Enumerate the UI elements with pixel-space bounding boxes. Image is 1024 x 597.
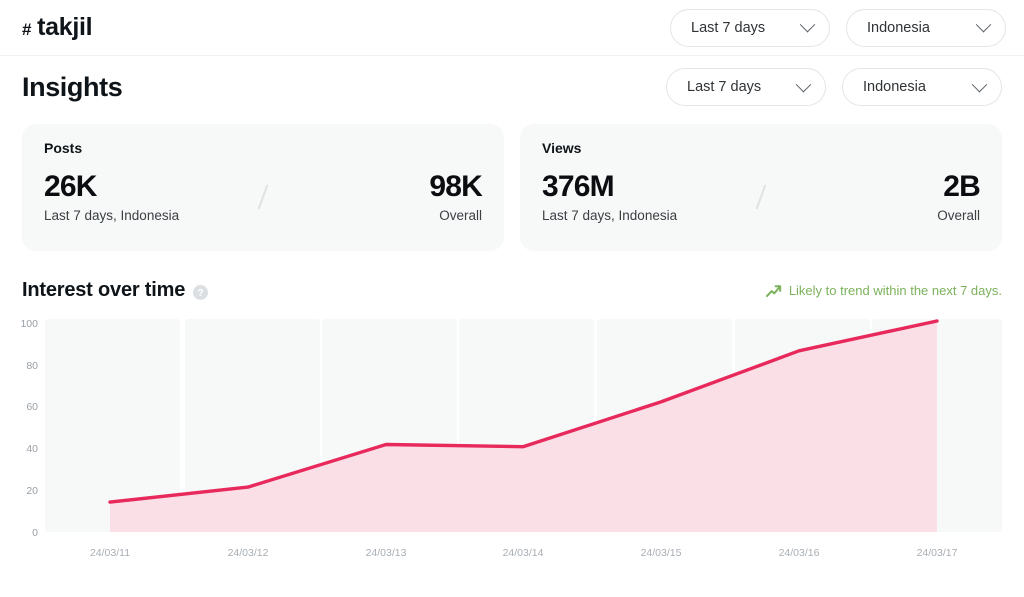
y-tick-label: 80 [26, 360, 38, 372]
y-tick-label: 20 [26, 485, 38, 497]
y-tick-label: 60 [26, 401, 38, 413]
stat-secondary-label: Overall [439, 208, 482, 223]
topbar-filters: Last 7 days Indonesia [670, 8, 1006, 47]
stat-primary: 26K Last 7 days, Indonesia [44, 170, 179, 223]
topbar-region-dropdown[interactable]: Indonesia [846, 8, 1006, 47]
trend-prediction-note: Likely to trend within the next 7 days. [765, 283, 1002, 298]
x-tick-label: 24/03/14 [503, 547, 544, 559]
x-tick-label: 24/03/13 [366, 547, 407, 559]
chevron-down-icon [975, 16, 992, 33]
stat-secondary: 2B Overall [937, 170, 981, 223]
stat-primary-label: Last 7 days, Indonesia [542, 208, 678, 223]
stat-card-title: Posts [44, 140, 83, 156]
x-tick-label: 24/03/17 [917, 547, 958, 559]
trending-up-icon [765, 284, 782, 297]
chart-x-axis: 24/03/11 24/03/12 24/03/13 24/03/14 24/0… [90, 547, 958, 559]
chart-svg: 100 80 60 40 20 0 24/03/11 24/03/12 24/0… [20, 318, 1002, 559]
insights-filters: Last 7 days Indonesia [666, 68, 1002, 106]
topbar-region-label: Indonesia [867, 19, 930, 36]
insights-header: Insights Last 7 days Indonesia [0, 56, 1024, 118]
help-circle-icon[interactable]: ? [193, 285, 209, 300]
chevron-down-icon [799, 16, 816, 33]
chevron-down-icon [795, 76, 812, 92]
stat-card-views: Views 376M Last 7 days, Indonesia 2B Ove… [520, 124, 1002, 251]
stat-primary: 376M Last 7 days, Indonesia [542, 170, 677, 223]
chevron-down-icon [971, 76, 988, 92]
hashtag-name: takjil [37, 13, 93, 41]
stat-secondary-label: Overall [937, 208, 980, 223]
x-tick-label: 24/03/15 [641, 547, 682, 559]
y-tick-label: 0 [32, 527, 38, 539]
stat-cards: Posts 26K Last 7 days, Indonesia 98K Ove… [0, 118, 1024, 251]
insights-period-label: Last 7 days [687, 79, 762, 95]
stat-primary-value: 376M [542, 170, 615, 203]
insights-period-dropdown[interactable]: Last 7 days [666, 68, 826, 106]
stat-primary-value: 26K [44, 170, 97, 203]
insights-title: Insights [22, 71, 123, 102]
insights-region-dropdown[interactable]: Indonesia [842, 68, 1002, 106]
interest-over-time-chart[interactable]: 100 80 60 40 20 0 24/03/11 24/03/12 24/0… [0, 314, 1024, 576]
stat-card-title: Views [542, 140, 582, 156]
stat-primary-label: Last 7 days, Indonesia [44, 208, 180, 223]
stat-secondary-value: 2B [943, 170, 981, 203]
insights-region-label: Indonesia [863, 79, 926, 95]
topbar-period-dropdown[interactable]: Last 7 days [670, 8, 830, 47]
chart-y-axis: 100 80 60 40 20 0 [20, 318, 38, 539]
topbar-period-label: Last 7 days [691, 19, 766, 36]
y-tick-label: 100 [20, 318, 38, 330]
x-tick-label: 24/03/16 [779, 547, 820, 559]
hash-icon: # [22, 20, 32, 39]
trend-note-text: Likely to trend within the next 7 days. [788, 283, 1002, 298]
top-bar: # takjil Last 7 days Indonesia [0, 0, 1024, 56]
interest-section-header: Interest over time ? Likely to trend wit… [0, 251, 1024, 310]
interest-section-title: Interest over time [22, 279, 186, 301]
stat-secondary-value: 98K [429, 170, 482, 203]
x-tick-label: 24/03/11 [90, 547, 130, 559]
y-tick-label: 40 [26, 443, 38, 455]
stat-card-posts: Posts 26K Last 7 days, Indonesia 98K Ove… [22, 124, 504, 251]
x-tick-label: 24/03/12 [228, 547, 269, 559]
page-title: # takjil [22, 13, 93, 42]
stat-secondary: 98K Overall [429, 170, 482, 223]
